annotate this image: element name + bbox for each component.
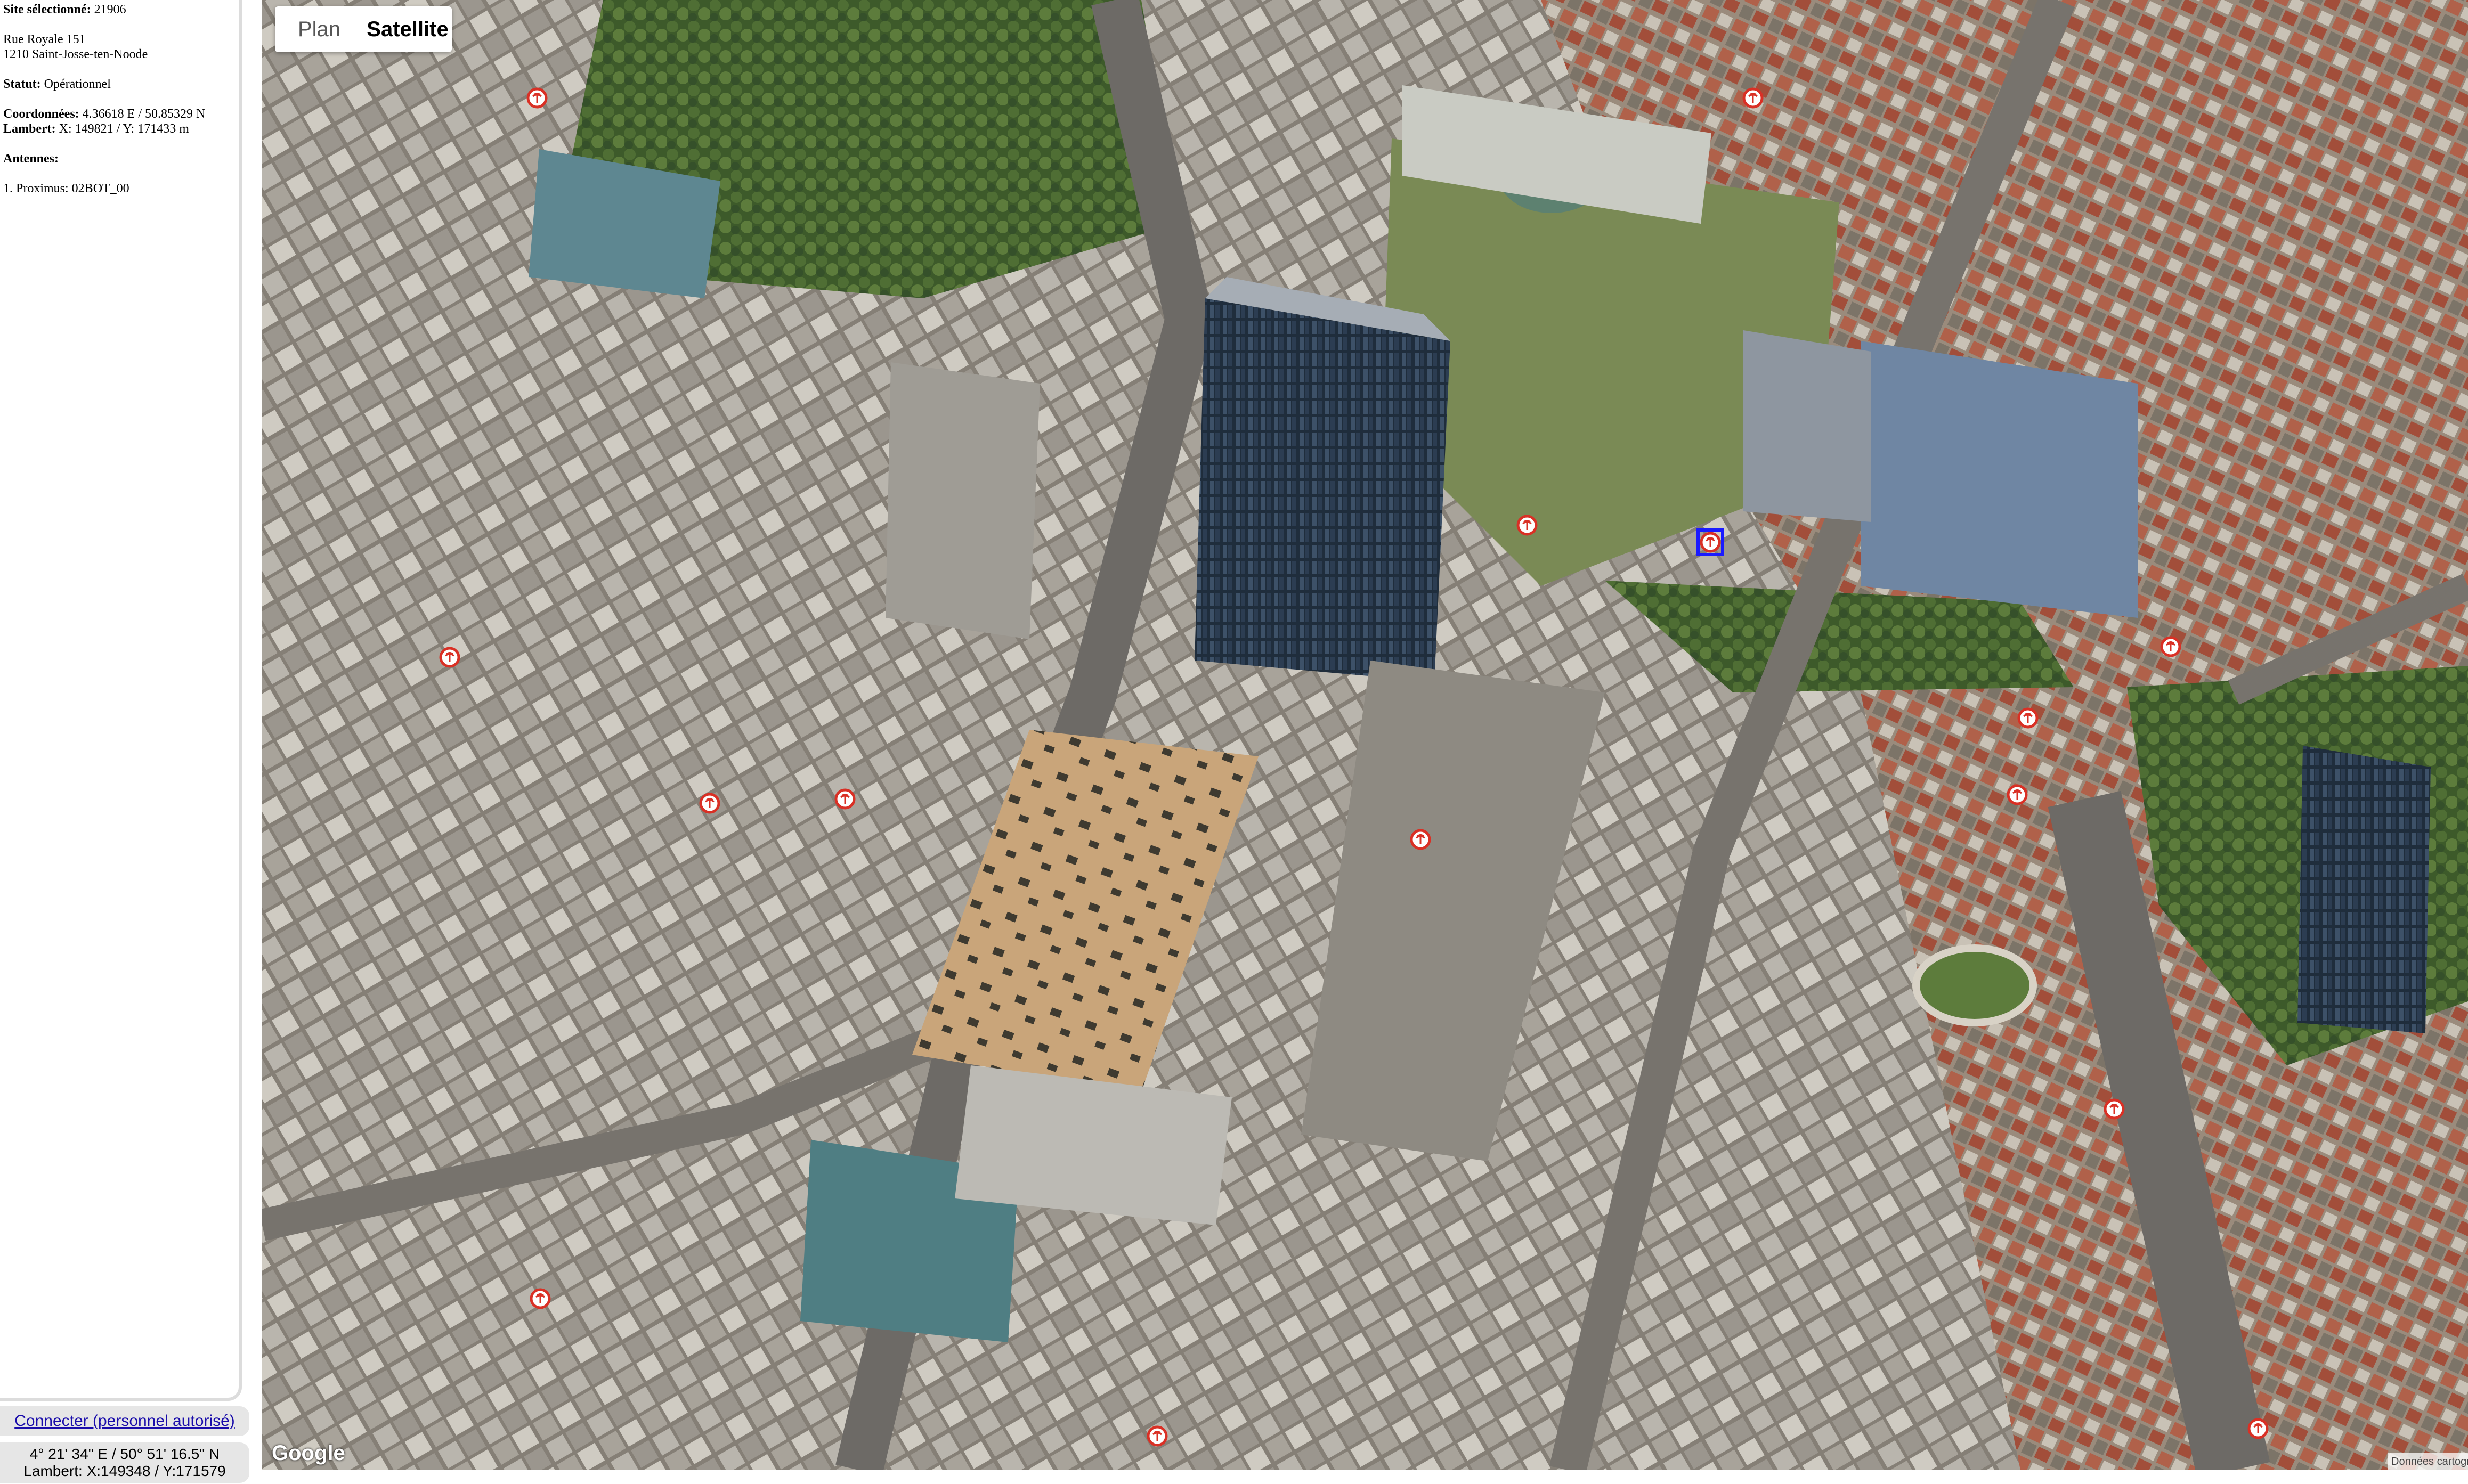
antenna-site-marker[interactable] [2017, 707, 2039, 729]
address-line-1: Rue Royale 151 [3, 32, 86, 46]
lambert-label: Lambert: [3, 122, 56, 136]
status-row: Statut: Opérationnel [3, 77, 238, 92]
antenna-site-icon [530, 1288, 551, 1309]
site-id: 21906 [94, 3, 126, 17]
antenna-list: 1. Proximus: 02BOT_00 [3, 181, 238, 196]
map-type-plan-button[interactable]: Plan [275, 6, 363, 52]
coordinates-label: Coordonnées: [3, 107, 79, 121]
antenna-site-icon [2160, 636, 2181, 657]
antenna-site-icon [1516, 515, 1538, 536]
antenna-site-marker[interactable] [1742, 87, 1764, 109]
login-link[interactable]: Connecter (personnel autorisé) [14, 1412, 235, 1430]
antennas-label: Antennes: [3, 152, 59, 166]
antenna-site-marker[interactable] [2007, 784, 2028, 805]
antenna-site-icon [2017, 707, 2039, 729]
antenna-site-icon [1700, 532, 1721, 553]
satellite-imagery [262, 0, 2468, 1470]
login-button[interactable]: Connecter (personnel autorisé) [0, 1406, 249, 1436]
site-address: Rue Royale 151 1210 Saint-Josse-ten-Nood… [3, 32, 238, 62]
status-label: Statut: [3, 77, 41, 91]
antenna-site-marker[interactable] [699, 793, 720, 814]
antenna-site-marker[interactable] [2160, 636, 2181, 657]
lambert-value: X: 149821 / Y: 171433 m [59, 122, 189, 136]
antenna-site-icon [699, 793, 720, 814]
antenna-site-marker[interactable] [1147, 1425, 1168, 1447]
antenna-site-icon [1742, 87, 1764, 109]
site-info: Site sélectionné: 21906 Rue Royale 151 1… [3, 2, 238, 211]
antenna-site-marker[interactable] [1516, 515, 1538, 536]
satellite-map[interactable]: Plan Satellite Google Données cartograph… [262, 0, 2468, 1470]
coordinates-block: Coordonnées: 4.36618 E / 50.85329 N Lamb… [3, 107, 238, 136]
map-type-satellite-button[interactable]: Satellite [363, 6, 452, 52]
antenna-site-icon [1147, 1425, 1168, 1447]
antenna-site-marker[interactable] [1410, 829, 1431, 850]
site-info-box: Site sélectionné: 21906 Rue Royale 151 1… [0, 0, 242, 1401]
site-label: Site sélectionné: [3, 3, 91, 17]
google-logo: Google [272, 1441, 345, 1465]
map-bottom-border [262, 1470, 2468, 1484]
antenna-site-icon [439, 647, 460, 668]
antenna-site-marker[interactable] [530, 1288, 551, 1309]
antenna-site-marker[interactable] [2247, 1418, 2269, 1439]
antenna-site-marker[interactable] [439, 647, 460, 668]
selected-antenna-site-marker[interactable] [1696, 528, 1724, 556]
antenna-site-icon [526, 87, 548, 109]
antennas-heading-row: Antennes: [3, 151, 238, 166]
map-type-control: Plan Satellite [275, 6, 452, 52]
status-value: Opérationnel [44, 77, 111, 91]
info-panel: Site sélectionné: 21906 Rue Royale 151 1… [0, 0, 262, 1484]
cursor-coordinates-wgs84: 4° 21' 34" E / 50° 51' 16.5" N [29, 1446, 220, 1462]
address-line-2: 1210 Saint-Josse-ten-Noode [3, 47, 148, 61]
site-selected-row: Site sélectionné: 21906 [3, 2, 238, 17]
antenna-site-icon [2104, 1098, 2125, 1120]
antenna-site-icon [834, 788, 856, 810]
antenna-site-icon [2007, 784, 2028, 805]
antenna-item: 1. Proximus: 02BOT_00 [3, 182, 129, 195]
antenna-site-marker[interactable] [834, 788, 856, 810]
coordinates-value: 4.36618 E / 50.85329 N [82, 107, 206, 121]
antenna-site-marker[interactable] [526, 87, 548, 109]
antenna-site-marker[interactable] [2104, 1098, 2125, 1120]
antenna-site-icon [2247, 1418, 2269, 1439]
cursor-coordinates: 4° 21' 34" E / 50° 51' 16.5" N Lambert: … [0, 1442, 249, 1483]
cursor-coordinates-lambert: Lambert: X:149348 / Y:171579 [23, 1463, 226, 1479]
antenna-site-icon [1410, 829, 1431, 850]
map-attribution[interactable]: Données cartographiques [2388, 1453, 2468, 1470]
